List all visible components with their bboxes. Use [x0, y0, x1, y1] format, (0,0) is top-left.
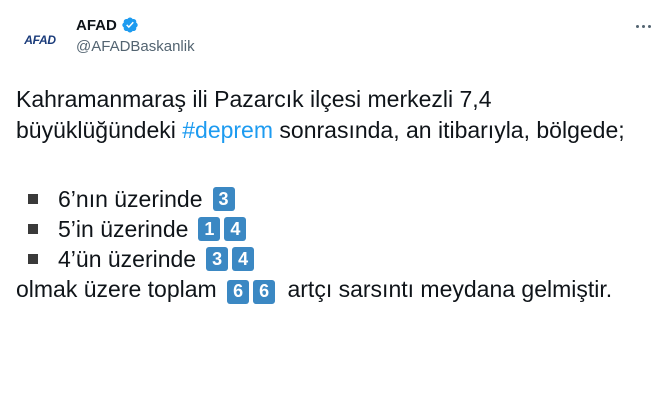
- aftershock-list: 6’nın üzerinde 3 5’in üzerinde 1 4 4’ün …: [16, 184, 646, 274]
- keycap-digit-icon: 4: [232, 247, 255, 271]
- more-options-icon[interactable]: [631, 14, 655, 38]
- keycap-digit-icon: 3: [206, 247, 229, 271]
- keycap-digit-icon: 6: [227, 279, 250, 304]
- list-item: 4’ün üzerinde 3 4: [16, 244, 646, 274]
- keycap-digit-icon: 3: [212, 187, 235, 211]
- afad-logo: AFAD: [24, 33, 56, 47]
- hashtag-link[interactable]: #deprem: [182, 117, 273, 143]
- display-name[interactable]: AFAD: [76, 17, 117, 34]
- tweet-closing: olmak üzere toplam 66 artçı sarsıntı mey…: [16, 276, 613, 304]
- keycap-digit-icon: 6: [253, 279, 276, 304]
- list-item: 6’nın üzerinde 3: [16, 184, 646, 214]
- name-row: AFAD: [76, 16, 139, 34]
- list-item: 5’in üzerinde 1 4: [16, 214, 646, 244]
- keycap-digit-icon: 4: [224, 217, 247, 241]
- bullet-icon: [28, 194, 38, 204]
- tweet-text: Kahramanmaraş ili Pazarcık ilçesi merkez…: [16, 84, 646, 305]
- bullet-icon: [28, 254, 38, 264]
- verified-badge-icon: [121, 16, 139, 34]
- keycap-digit-icon: 1: [198, 217, 221, 241]
- tweet-intro: Kahramanmaraş ili Pazarcık ilçesi merkez…: [16, 86, 625, 143]
- avatar[interactable]: AFAD: [16, 16, 64, 64]
- bullet-icon: [28, 224, 38, 234]
- user-handle[interactable]: @AFADBaskanlik: [76, 38, 195, 55]
